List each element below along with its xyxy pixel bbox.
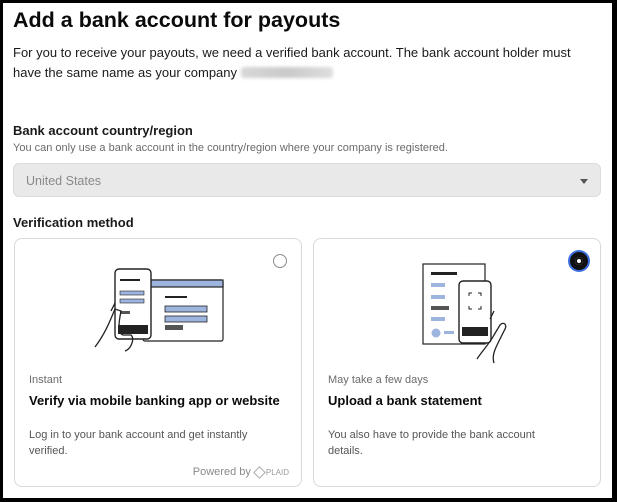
page-title: Add a bank account for payouts — [13, 8, 341, 32]
page-description: For you to receive your payouts, we need… — [13, 43, 598, 83]
mobile-banking-illustration — [94, 268, 224, 352]
option-description: Log in to your bank account and get inst… — [29, 429, 248, 457]
bank-statement-illustration — [422, 263, 507, 364]
payout-bank-account-page: Add a bank account for payouts For you t… — [3, 3, 612, 498]
country-select-value: United States — [26, 174, 102, 188]
plaid-logo: PLAID — [253, 465, 289, 479]
powered-by: Powered by PLAID — [192, 465, 289, 479]
country-help-text: You can only use a bank account in the c… — [13, 142, 448, 154]
verification-method-label: Verification method — [13, 215, 134, 230]
option-tag: May take a few days — [328, 374, 429, 386]
option-tag: Instant — [29, 374, 63, 386]
option-title: Upload a bank statement — [328, 393, 482, 408]
verification-option-statement[interactable]: May take a few days Upload a bank statem… — [313, 238, 601, 487]
chevron-down-icon — [580, 179, 588, 184]
plaid-logo-text: PLAID — [265, 467, 289, 477]
country-select[interactable]: United States — [13, 163, 601, 197]
option-description: You also have to provide the bank accoun… — [328, 429, 535, 457]
powered-by-label: Powered by — [192, 466, 251, 478]
redacted-company-name — [241, 67, 334, 78]
verification-option-instant[interactable]: Instant Verify via mobile banking app or… — [14, 238, 302, 487]
plaid-icon — [253, 465, 266, 479]
option-title: Verify via mobile banking app or website — [29, 393, 280, 408]
country-label: Bank account country/region — [13, 123, 193, 138]
